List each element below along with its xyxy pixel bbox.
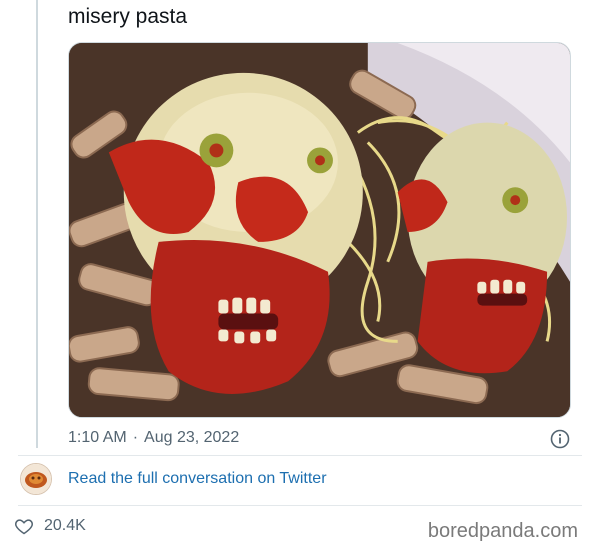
read-conversation-link[interactable]: Read the full conversation on Twitter	[68, 470, 327, 488]
tweet-timestamp[interactable]: 1:10 AM · Aug 23, 2022	[68, 429, 239, 447]
divider	[18, 455, 582, 456]
thread-line	[36, 0, 38, 448]
divider	[18, 505, 582, 506]
heart-icon	[15, 519, 33, 535]
tweet-time: 1:10 AM	[68, 429, 127, 446]
tweet-text: misery pasta	[68, 5, 188, 28]
pasta-photo	[69, 43, 570, 417]
like-count: 20.4K	[44, 517, 86, 534]
tweet-date: Aug 23, 2022	[144, 429, 240, 446]
avatar[interactable]	[20, 463, 52, 495]
source-watermark: boredpanda.com	[427, 520, 578, 542]
tweet-photo[interactable]	[68, 42, 571, 418]
like-button[interactable]: 20.4K	[14, 516, 86, 536]
info-icon[interactable]	[550, 429, 570, 449]
timestamp-separator: ·	[132, 429, 139, 446]
